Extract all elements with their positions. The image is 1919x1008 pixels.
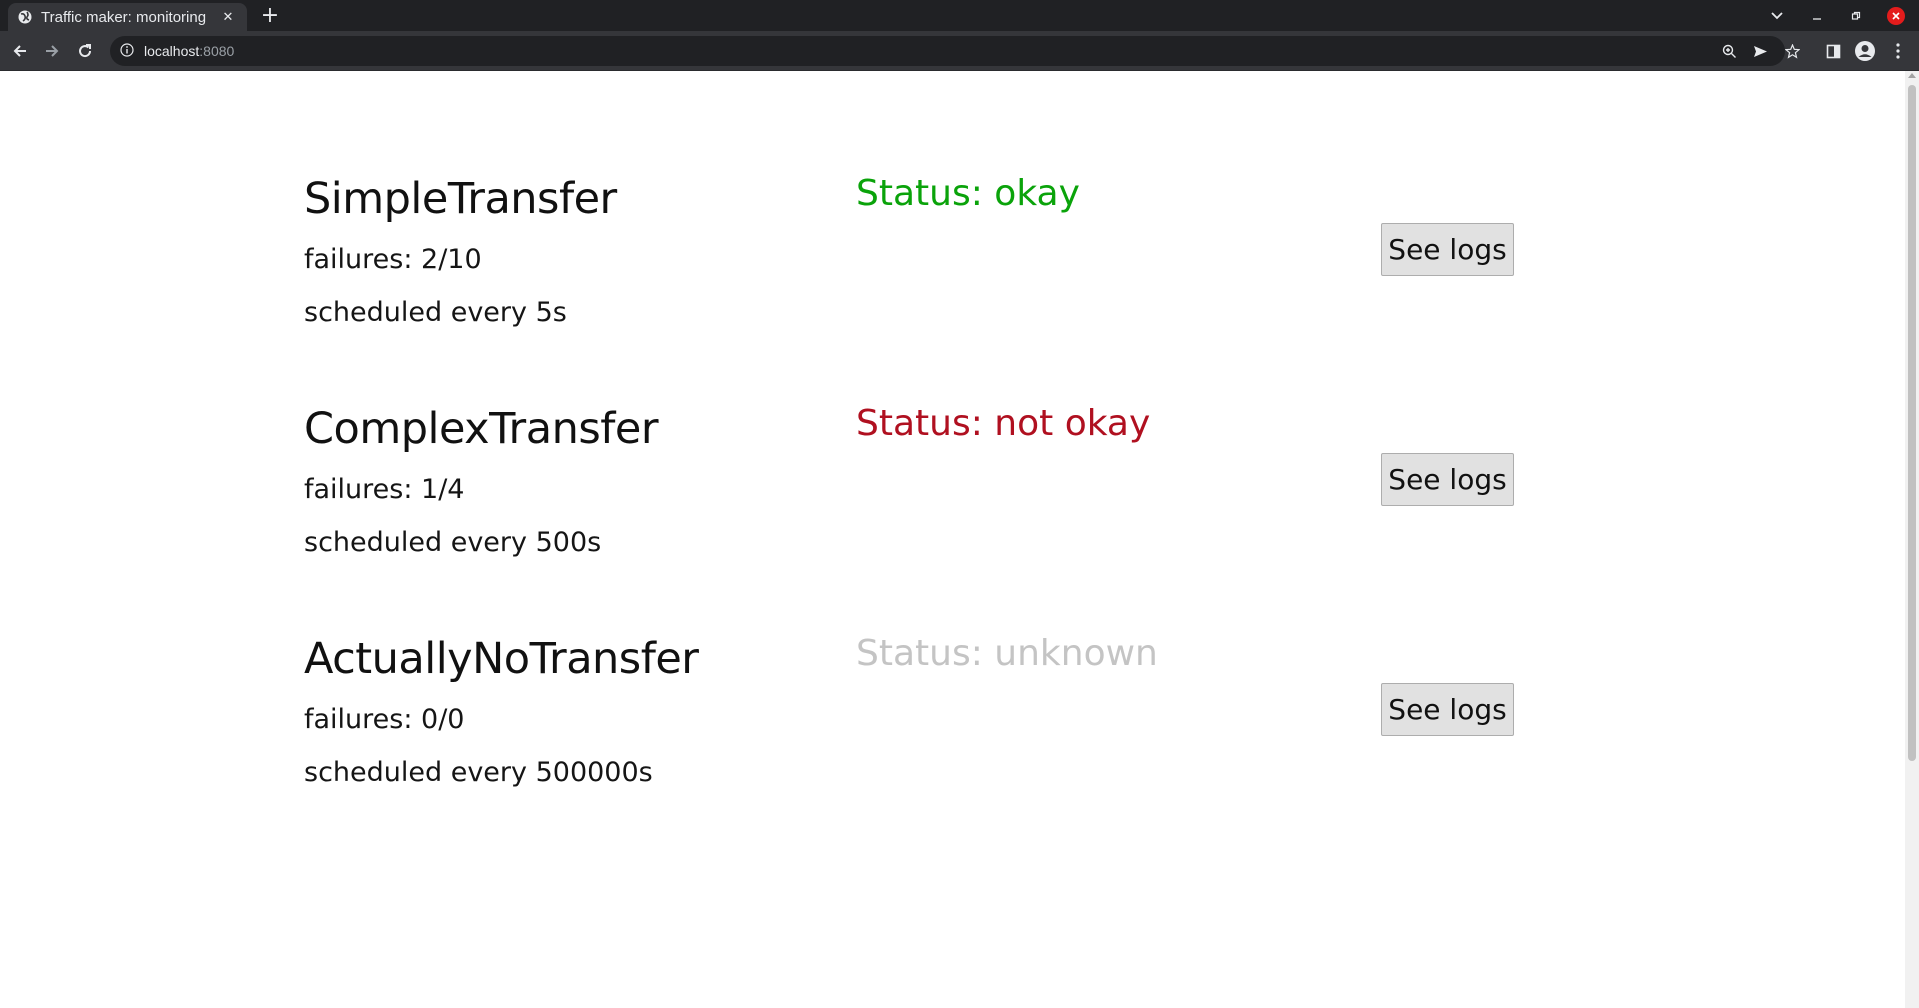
browser-tab[interactable]: Traffic maker: monitoring ✕ <box>8 3 247 31</box>
globe-icon <box>18 10 32 24</box>
job-schedule: scheduled every 500s <box>304 527 602 558</box>
close-window-icon[interactable] <box>1885 5 1907 27</box>
bookmark-star-icon[interactable] <box>1780 39 1804 63</box>
job-card-simple-transfer: SimpleTransfer failures: 2/10 scheduled … <box>304 173 1514 364</box>
tab-search-icon[interactable] <box>1766 5 1788 27</box>
job-status: Status: okay <box>856 173 1080 214</box>
job-name: SimpleTransfer <box>304 174 617 224</box>
see-logs-button[interactable]: See logs <box>1381 683 1514 736</box>
address-bar[interactable]: localhost:8080 <box>110 36 1800 66</box>
info-icon[interactable] <box>120 42 134 61</box>
browser-tab-bar: Traffic maker: monitoring ✕ + <box>0 0 1919 31</box>
minimize-icon[interactable] <box>1806 5 1828 27</box>
forward-arrow-icon[interactable] <box>40 39 64 63</box>
kebab-menu-icon[interactable] <box>1886 39 1910 63</box>
job-schedule: scheduled every 5s <box>304 297 567 328</box>
job-card-complex-transfer: ComplexTransfer failures: 1/4 scheduled … <box>304 403 1514 594</box>
job-failures: failures: 2/10 <box>304 244 482 275</box>
see-logs-button[interactable]: See logs <box>1381 223 1514 276</box>
page-scrollbar[interactable] <box>1905 71 1919 1008</box>
tab-title: Traffic maker: monitoring <box>41 8 207 26</box>
job-status: Status: unknown <box>856 633 1158 674</box>
close-tab-icon[interactable]: ✕ <box>219 8 237 26</box>
new-tab-button[interactable]: + <box>258 4 282 28</box>
zoom-icon[interactable] <box>1717 39 1741 63</box>
scrollbar-thumb[interactable] <box>1908 85 1916 761</box>
job-failures: failures: 0/0 <box>304 704 465 735</box>
scroll-up-icon[interactable] <box>1908 73 1916 78</box>
see-logs-button[interactable]: See logs <box>1381 453 1514 506</box>
profile-avatar-icon[interactable] <box>1853 39 1877 63</box>
reload-icon[interactable] <box>73 39 97 63</box>
url-port: :8080 <box>199 43 235 59</box>
job-status: Status: not okay <box>856 403 1151 444</box>
page-content: SimpleTransfer failures: 2/10 scheduled … <box>0 71 1905 1008</box>
job-card-actually-no-transfer: ActuallyNoTransfer failures: 0/0 schedul… <box>304 633 1514 824</box>
job-failures: failures: 1/4 <box>304 474 465 505</box>
job-schedule: scheduled every 500000s <box>304 757 653 788</box>
job-name: ActuallyNoTransfer <box>304 634 699 684</box>
restore-icon[interactable] <box>1845 5 1867 27</box>
url-host: localhost <box>144 43 200 59</box>
job-name: ComplexTransfer <box>304 404 659 454</box>
side-panel-icon[interactable] <box>1821 39 1845 63</box>
send-icon[interactable] <box>1748 39 1772 63</box>
back-arrow-icon[interactable] <box>8 39 32 63</box>
browser-toolbar: localhost:8080 <box>0 31 1919 71</box>
